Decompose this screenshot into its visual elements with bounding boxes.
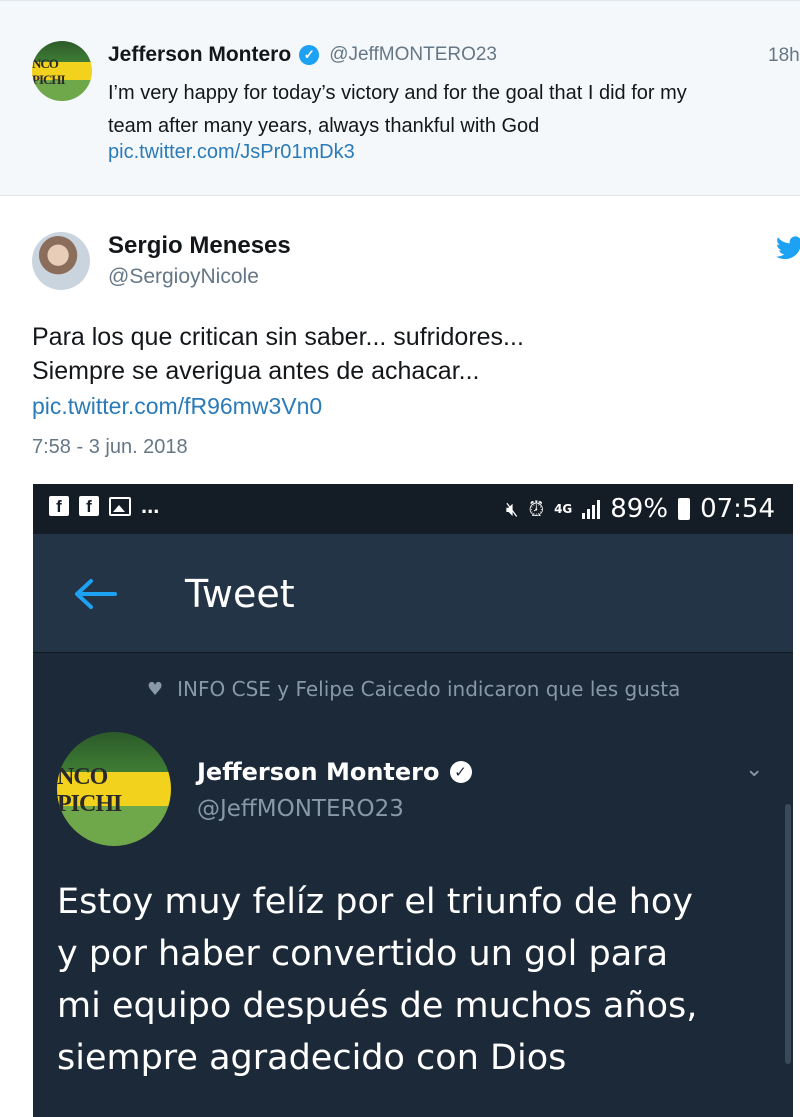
phone-app-bar: Tweet <box>33 534 793 653</box>
avatar-text: NCO PICHI <box>57 764 122 818</box>
tweet-text: Para los que critican sin saber... sufri… <box>32 320 524 388</box>
heart-icon: ♥ <box>147 678 164 700</box>
liked-by-line: ♥ INFO CSE y Felipe Caicedo indicaron qu… <box>147 677 680 701</box>
network-label: 4G <box>554 502 573 516</box>
tweet-text-line: y por haber convertido un gol para <box>57 934 669 974</box>
scrollbar <box>785 804 791 1064</box>
more-notifications: ... <box>141 493 160 518</box>
tweet-text-line: team after many years, always thankful w… <box>108 115 540 137</box>
chevron-down-icon: ⌄ <box>745 756 764 781</box>
back-arrow-icon <box>75 579 117 609</box>
avatar[interactable] <box>32 232 90 290</box>
author-name-text: Jefferson Montero <box>197 758 440 786</box>
verified-badge-icon: ✓ <box>299 45 320 65</box>
quoted-author[interactable]: Jefferson Montero ✓ @JeffMONTERO23 <box>108 43 497 67</box>
author-name[interactable]: Sergio Meneses <box>108 232 291 260</box>
avatar[interactable]: NCO PICHI <box>32 41 92 101</box>
liked-by-text: INFO CSE y Felipe Caicedo indicaron que … <box>177 677 681 701</box>
author-handle[interactable]: @JeffMONTERO23 <box>329 44 497 66</box>
tweet-text-line: mi equipo después de muchos años, <box>57 986 698 1026</box>
battery-icon <box>678 498 691 520</box>
mute-icon: 🔇︎ <box>505 497 519 521</box>
facebook-icon: f <box>49 496 69 516</box>
tweet-text-line: siempre agradecido con Dios <box>57 1038 567 1078</box>
image-icon <box>109 496 131 516</box>
author-handle: @JeffMONTERO23 <box>197 796 404 822</box>
author-name: Jefferson Montero ✓ <box>197 758 472 786</box>
page-title: Tweet <box>185 572 295 616</box>
quoted-tweet-card[interactable]: NCO PICHI Jefferson Montero ✓ @JeffMONTE… <box>0 0 800 196</box>
phone-status-bar: f f ... 🔇︎ ⏰︎ 4G 89% 07:54 <box>33 484 793 534</box>
alarm-icon: ⏰︎ <box>528 497 545 521</box>
signal-icon <box>582 499 601 519</box>
tweet-text-line: I’m very happy for today’s victory and f… <box>108 82 687 104</box>
tweet-text: Estoy muy felíz por el triunfo de hoy y … <box>57 876 777 1084</box>
tweet-link[interactable]: pic.twitter.com/fR96mw3Vn0 <box>32 393 322 420</box>
avatar: NCO PICHI <box>57 732 171 846</box>
status-right: 🔇︎ ⏰︎ 4G 89% 07:54 <box>506 494 775 524</box>
twitter-bird-icon[interactable] <box>776 236 800 260</box>
status-left: f f ... <box>49 493 160 518</box>
tweet-time[interactable]: 18h <box>768 45 800 67</box>
tweet-text-line: Estoy muy felíz por el triunfo de hoy <box>57 882 694 922</box>
tweet-text-line: Para los que critican sin saber... sufri… <box>32 323 524 351</box>
tweet-text-line: Siempre se averigua antes de achacar... <box>32 357 480 385</box>
phone-clock: 07:54 <box>700 494 775 524</box>
tweet-link[interactable]: pic.twitter.com/JsPr01mDk3 <box>108 141 355 164</box>
facebook-icon: f <box>79 496 99 516</box>
battery-percent: 89% <box>610 494 669 524</box>
verified-badge-icon: ✓ <box>449 761 472 783</box>
tweet-timestamp[interactable]: 7:58 - 3 jun. 2018 <box>32 436 188 459</box>
avatar-text: NCO PICHI <box>32 56 66 88</box>
author-handle[interactable]: @SergioyNicole <box>108 265 259 289</box>
tweet-image[interactable]: f f ... 🔇︎ ⏰︎ 4G 89% 07:54 Tweet ♥ INFO … <box>33 484 793 1117</box>
author-name[interactable]: Jefferson Montero <box>108 43 291 67</box>
tweet-text: I’m very happy for today’s victory and f… <box>108 77 800 143</box>
